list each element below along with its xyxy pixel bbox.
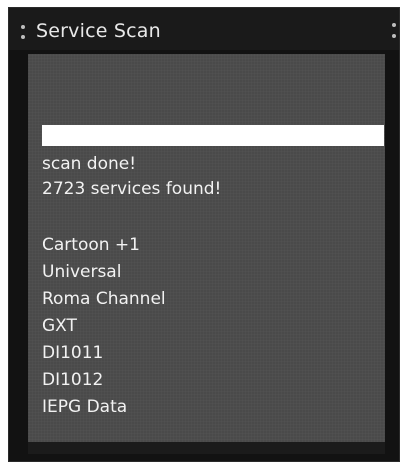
service-item: DI1012 — [42, 370, 104, 390]
scan-progress-fill — [42, 125, 384, 146]
service-item: Cartoon +1 — [42, 235, 140, 255]
scan-summary: 2723 services found! — [42, 179, 222, 199]
scan-panel: scan done! 2723 services found! Cartoon … — [28, 54, 385, 442]
service-item: GXT — [42, 316, 77, 336]
service-item: Universal — [42, 262, 122, 282]
screw-icon — [21, 25, 25, 29]
title-bar: Service Scan — [9, 8, 399, 50]
panel-bottom-edge — [28, 442, 385, 454]
screw-icon — [392, 34, 396, 38]
scan-progress-bar — [42, 125, 384, 146]
window-title: Service Scan — [36, 20, 161, 42]
service-item: IEPG Data — [42, 397, 128, 417]
screw-icon — [392, 23, 396, 27]
service-scan-window: Service Scan scan done! 2723 services fo… — [8, 7, 400, 462]
scan-status: scan done! — [42, 154, 137, 174]
screw-icon — [21, 35, 25, 39]
service-item: Roma Channel — [42, 289, 166, 309]
service-item: DI1011 — [42, 343, 104, 363]
